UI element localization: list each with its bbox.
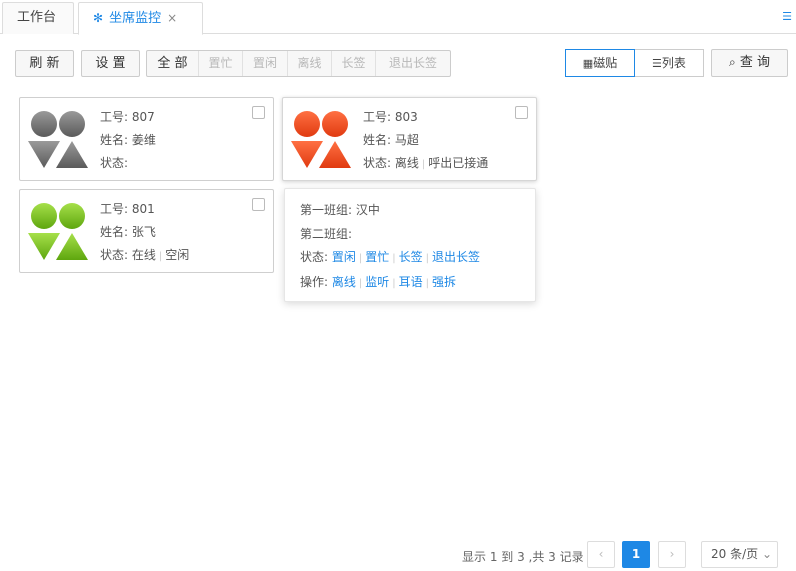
current-page-button[interactable]: 1 bbox=[622, 541, 650, 568]
agent-status-label: 状态: bbox=[100, 248, 129, 262]
snowflake-icon: ✻ bbox=[93, 11, 104, 25]
view-list-button[interactable]: ☰列表 bbox=[635, 49, 704, 77]
separator: | bbox=[358, 253, 363, 264]
agent-detail-popover: 第一班组: 汉中 第二班组: 状态: 置闲 | 置忙 | 长签 | 退出长签 操作: 离线 |… bbox=[284, 188, 536, 302]
filter-busy-button[interactable]: 置忙 bbox=[199, 51, 243, 76]
view-magnet-label: 磁贴 bbox=[593, 56, 618, 70]
agent-card-803[interactable]: 工号: 803 姓名: 马超 状态: 离线 | 呼出已接通 bbox=[282, 97, 537, 181]
status-filter-group: 全 部 置忙 置闲 离线 长签 退出长签 bbox=[146, 50, 451, 77]
force-disconnect-link[interactable]: 强拆 bbox=[432, 275, 456, 289]
agent-idle-status-value: 空闲 bbox=[165, 248, 190, 262]
page-size-select[interactable]: 20 条/页 ⌄ bbox=[701, 541, 778, 568]
separator: | bbox=[392, 253, 396, 264]
view-magnet-button[interactable]: ▦磁贴 bbox=[565, 49, 635, 77]
tab-agent-monitor-label: 坐席监控 bbox=[109, 11, 162, 26]
settings-button[interactable]: 设 置 bbox=[81, 50, 140, 77]
offline-link[interactable]: 离线 bbox=[332, 275, 356, 289]
separator: | bbox=[425, 277, 430, 289]
agent-status: 状态: 在线 | 空闲 bbox=[100, 244, 189, 268]
agent-select-checkbox[interactable] bbox=[252, 106, 265, 119]
filter-exit-long-sign-button[interactable]: 退出长签 bbox=[376, 51, 450, 76]
popover-status-label: 状态: bbox=[300, 250, 329, 264]
agent-status-label: 状态: bbox=[363, 156, 392, 170]
filter-offline-button[interactable]: 离线 bbox=[288, 51, 332, 76]
popover-group1: 第一班组: 汉中 bbox=[300, 203, 380, 217]
view-list-label: 列表 bbox=[661, 56, 686, 70]
popover-ops-row: 操作: 离线 | 监听 | 耳语 | 强拆 bbox=[300, 271, 535, 296]
popover-group2: 第二班组: bbox=[300, 226, 353, 241]
popover-ops-label: 操作: bbox=[300, 274, 329, 289]
refresh-button[interactable]: 刷 新 bbox=[15, 50, 74, 77]
view-toggle: ▦磁贴 ☰列表 bbox=[565, 49, 704, 77]
whisper-link[interactable]: 耳语 bbox=[399, 275, 423, 289]
agent-status: 状态: 离线 | 呼出已接通 bbox=[363, 152, 488, 176]
separator: | bbox=[358, 277, 363, 289]
menu-icon[interactable]: ☰ bbox=[782, 10, 792, 23]
popover-status-row: 状态: 置闲 | 置忙 | 长签 | 退出长签 bbox=[300, 246, 535, 271]
agent-id: 工号: 801 bbox=[100, 202, 155, 216]
separator: | bbox=[392, 277, 396, 289]
query-button[interactable]: ⌕ 查 询 bbox=[711, 49, 788, 77]
agent-status-value: 在线 bbox=[131, 248, 156, 262]
grid-icon: ▦ bbox=[582, 57, 594, 70]
agent-id: 工号: 807 bbox=[100, 110, 155, 124]
separator: | bbox=[421, 159, 426, 170]
tab-bar: 工作台 ✻ 坐席监控 × ☰ bbox=[0, 0, 796, 35]
prev-page-button[interactable]: ‹ bbox=[587, 541, 615, 568]
separator: | bbox=[425, 253, 430, 264]
separator: | bbox=[158, 251, 163, 262]
list-icon: ☰ bbox=[652, 57, 662, 70]
filter-all-button[interactable]: 全 部 bbox=[147, 51, 199, 76]
set-idle-link[interactable]: 置闲 bbox=[332, 250, 356, 264]
agent-name: 姓名: 马超 bbox=[363, 133, 419, 147]
chevron-down-icon: ⌄ bbox=[761, 547, 773, 561]
agent-select-checkbox[interactable] bbox=[515, 106, 528, 119]
next-page-button[interactable]: › bbox=[658, 541, 686, 568]
agent-call-status-value: 呼出已接通 bbox=[428, 156, 489, 170]
agent-status: 状态: bbox=[100, 156, 129, 170]
agent-status-value: 离线 bbox=[394, 156, 419, 170]
pagination-info: 显示 1 到 3 ,共 3 记录 bbox=[462, 550, 584, 564]
agent-card-801[interactable]: 工号: 801 姓名: 张飞 状态: 在线 | 空闲 bbox=[19, 189, 274, 273]
agent-name: 姓名: 张飞 bbox=[100, 225, 156, 239]
agent-avatar-red-icon bbox=[291, 111, 351, 168]
query-button-label: 查 询 bbox=[739, 55, 770, 70]
agent-name: 姓名: 姜维 bbox=[100, 133, 156, 147]
agent-id: 工号: 803 bbox=[363, 110, 418, 124]
page-size-value: 20 条/页 bbox=[711, 547, 759, 561]
long-sign-link[interactable]: 长签 bbox=[399, 250, 423, 264]
agent-avatar-green-icon bbox=[28, 203, 88, 260]
close-icon[interactable]: × bbox=[167, 11, 177, 25]
agent-select-checkbox[interactable] bbox=[252, 198, 265, 211]
monitor-link[interactable]: 监听 bbox=[365, 275, 389, 289]
filter-idle-button[interactable]: 置闲 bbox=[243, 51, 288, 76]
agent-card-807[interactable]: 工号: 807 姓名: 姜维 状态: bbox=[19, 97, 274, 181]
tab-workbench[interactable]: 工作台 bbox=[2, 2, 74, 34]
tab-workbench-label: 工作台 bbox=[17, 10, 57, 25]
agent-avatar-gray-icon bbox=[28, 111, 88, 168]
set-busy-link[interactable]: 置忙 bbox=[365, 250, 389, 264]
filter-long-sign-button[interactable]: 长签 bbox=[332, 51, 376, 76]
search-icon: ⌕ bbox=[728, 55, 736, 69]
exit-long-sign-link[interactable]: 退出长签 bbox=[432, 250, 480, 264]
tab-agent-monitor[interactable]: ✻ 坐席监控 × bbox=[78, 2, 203, 35]
